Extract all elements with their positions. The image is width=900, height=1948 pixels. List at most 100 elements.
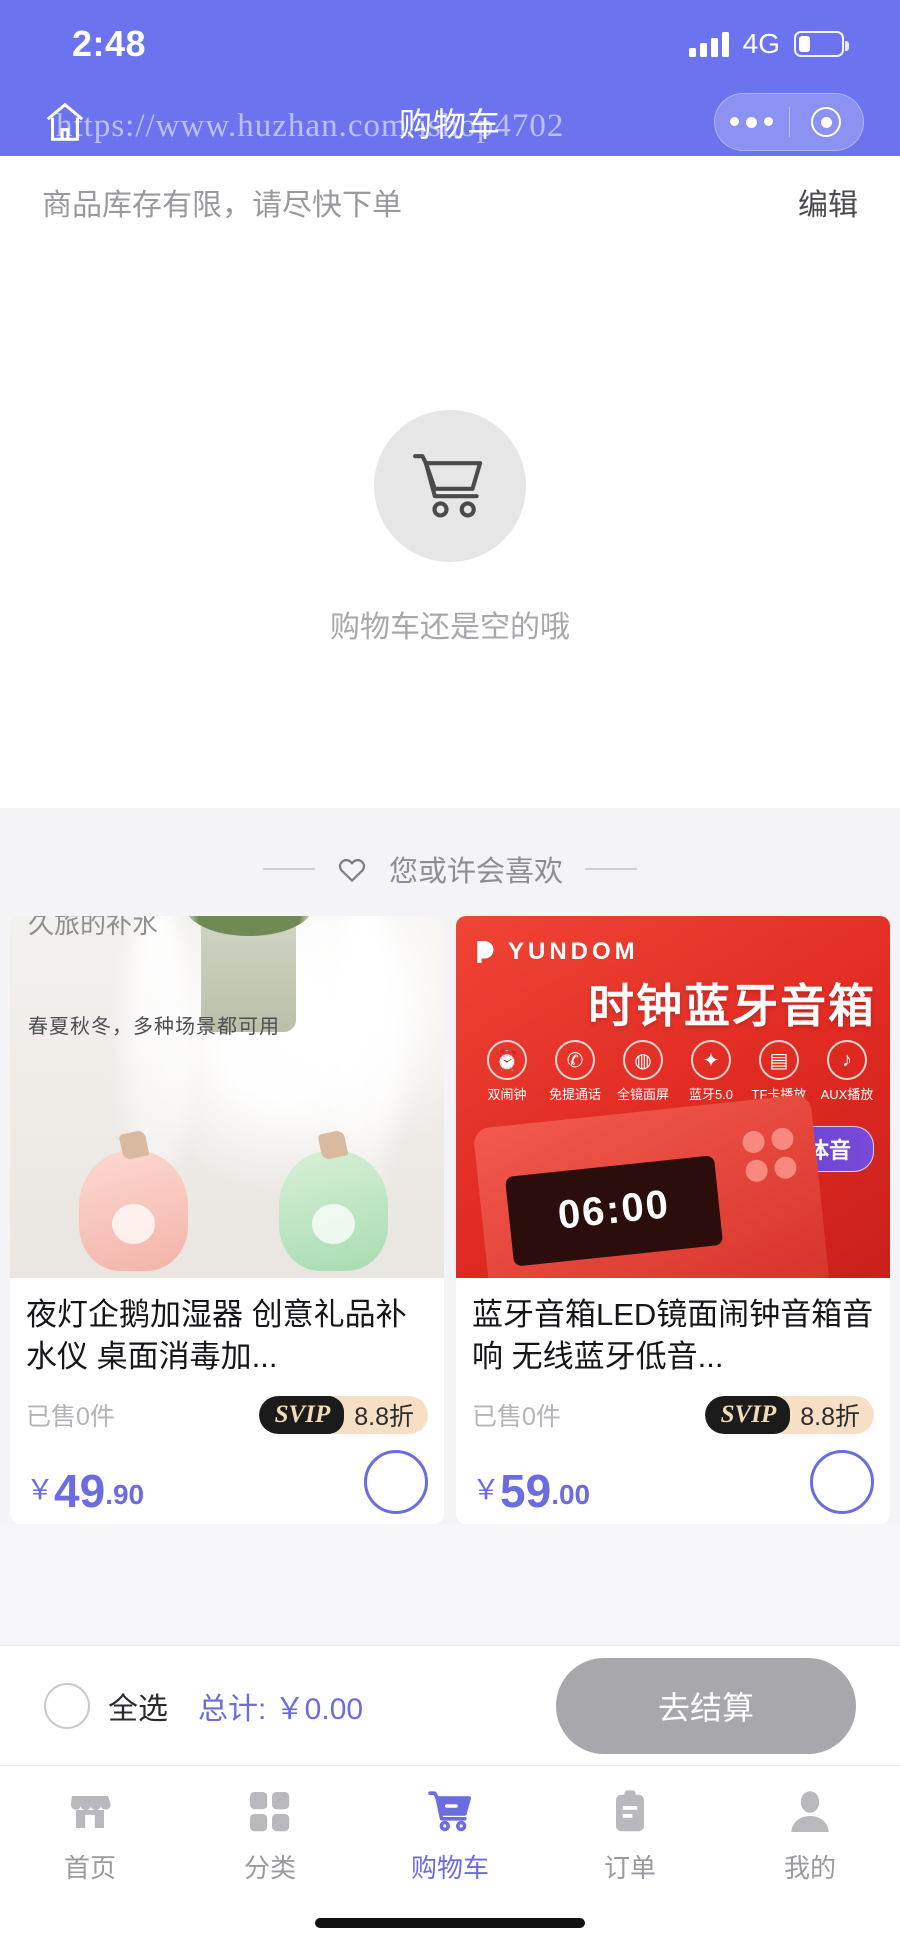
home-indicator [315, 1918, 585, 1928]
price-decimal: .90 [105, 1479, 145, 1510]
product-body: 蓝牙音箱LED镜面闹钟音箱音响 无线蓝牙低音... 已售0件 SVIP 8.8折… [456, 1278, 890, 1524]
product-grid: 久旅的补水 春夏秋冬，多种场景都可用 夜灯企鹅加湿器 创意礼品补水仪 桌面消毒加… [0, 916, 900, 1524]
tab-orders[interactable]: 订单 [540, 1788, 720, 1885]
speaker-device-decor: 06:00 [472, 1094, 830, 1278]
tab-label: 购物车 [410, 1853, 489, 1883]
svip-badge: SVIP 8.8折 [258, 1396, 428, 1434]
product-meta: 已售0件 SVIP 8.8折 [26, 1396, 428, 1434]
network-type-label: 4G [742, 28, 780, 59]
grid-icon [246, 1788, 294, 1836]
product-price-row: ￥ 59 .00 [472, 1434, 874, 1524]
cart-icon [426, 1788, 474, 1836]
mirror-icon: ◍ [623, 1040, 663, 1080]
stock-notice-text: 商品库存有限，请尽快下单 [42, 189, 402, 222]
product-price-row: ￥ 49 .90 [26, 1434, 428, 1524]
svip-badge-label: SVIP [258, 1396, 345, 1434]
feature-item: ▤ TF卡播放 [750, 1040, 808, 1104]
feature-label: 蓝牙5.0 [688, 1087, 734, 1102]
product-title[interactable]: 夜灯企鹅加湿器 创意礼品补水仪 桌面消毒加... [26, 1294, 428, 1378]
svip-badge-value: 8.8折 [800, 1403, 860, 1431]
product-image[interactable]: YUNDOM 时钟蓝牙音箱 ⏰ 双闹钟 ✆ 免提通话 ◍ 全镜面屏 ✦ 蓝牙5.0 ▤ T… [456, 916, 890, 1278]
feature-label: AUX播放 [820, 1087, 874, 1102]
feature-label: 免提通话 [548, 1087, 601, 1102]
status-indicators: 4G [688, 28, 849, 60]
tab-label: 首页 [63, 1853, 116, 1883]
divider-right [585, 868, 637, 870]
product-image-caption-top: 久旅的补水 [28, 916, 159, 939]
store-icon [66, 1788, 114, 1836]
product-body: 夜灯企鹅加湿器 创意礼品补水仪 桌面消毒加... 已售0件 SVIP 8.8折 … [10, 1278, 444, 1524]
divider-left [262, 868, 315, 870]
page-title: 购物车 [399, 106, 501, 143]
humidifier-green-decor [279, 1151, 388, 1271]
tab-mine[interactable]: 我的 [720, 1788, 900, 1885]
more-dots-icon[interactable] [715, 116, 789, 128]
currency-symbol: ￥ [26, 1474, 55, 1505]
miniprogram-capsule[interactable] [714, 93, 864, 151]
product-price: ￥ 49 .90 [26, 1468, 144, 1514]
brand-name: YUNDOM [508, 938, 639, 965]
nav-bar: 购物车 [0, 88, 900, 156]
product-sold-count: 已售0件 [26, 1403, 115, 1431]
clipboard-icon [606, 1788, 654, 1836]
home-icon[interactable] [42, 99, 88, 145]
tab-home[interactable]: 首页 [0, 1788, 180, 1885]
alarm-icon: ⏰ [487, 1040, 527, 1080]
product-image-caption: 春夏秋冬，多种场景都可用 [28, 1016, 280, 1038]
target-circle-icon[interactable] [790, 107, 864, 137]
svip-badge: SVIP 8.8折 [704, 1396, 874, 1434]
product-card[interactable]: 久旅的补水 春夏秋冬，多种场景都可用 夜灯企鹅加湿器 创意礼品补水仪 桌面消毒加… [10, 916, 444, 1524]
checkout-button[interactable]: 去结算 [556, 1657, 856, 1754]
select-all-checkbox[interactable] [44, 1682, 90, 1729]
product-card[interactable]: YUNDOM 时钟蓝牙音箱 ⏰ 双闹钟 ✆ 免提通话 ◍ 全镜面屏 ✦ 蓝牙5.0 ▤ T… [456, 916, 890, 1524]
feature-item: ✦ 蓝牙5.0 [682, 1040, 740, 1104]
recommend-title: 您或许会喜欢 [388, 856, 563, 888]
add-to-cart-icon[interactable] [810, 1450, 874, 1514]
tab-cart[interactable]: 购物车 [360, 1788, 540, 1885]
feature-item: ◍ 全镜面屏 [614, 1040, 672, 1104]
feature-label: 双闹钟 [487, 1087, 527, 1102]
shopping-cart-icon [413, 454, 483, 518]
feature-label: 全镜面屏 [616, 1087, 669, 1102]
price-integer: 49 [54, 1465, 106, 1517]
empty-cart-state: 购物车还是空的哦 [0, 248, 900, 808]
tab-category[interactable]: 分类 [180, 1788, 360, 1885]
currency-symbol: ￥ [472, 1474, 501, 1505]
battery-icon [794, 31, 849, 57]
app-screen: 2:48 4G 购物车 https://www.huzhan.com/ishop… [0, 0, 900, 1948]
product-sold-count: 已售0件 [472, 1403, 561, 1431]
phone-icon: ✆ [555, 1040, 595, 1080]
tfcard-icon: ▤ [759, 1040, 799, 1080]
status-time: 2:48 [72, 23, 147, 64]
bluetooth-icon: ✦ [691, 1040, 731, 1080]
brand-mark-icon [477, 941, 494, 963]
feature-list: ⏰ 双闹钟 ✆ 免提通话 ◍ 全镜面屏 ✦ 蓝牙5.0 ▤ TF卡播放 ♪ AUX播放 [478, 1040, 876, 1104]
total-amount: 总计: ￥0.00 [198, 1692, 364, 1726]
signal-bars-icon [688, 31, 729, 57]
feature-item: ⏰ 双闹钟 [478, 1040, 536, 1104]
checkout-bar: 全选 总计: ￥0.00 去结算 [0, 1645, 900, 1765]
svip-badge-label: SVIP [704, 1396, 791, 1434]
heart-icon [338, 858, 366, 883]
price-integer: 59 [500, 1465, 552, 1517]
led-clock-display: 06:00 [504, 1155, 724, 1267]
price-decimal: .00 [551, 1479, 591, 1510]
add-to-cart-icon[interactable] [364, 1450, 428, 1514]
recommend-section: 您或许会喜欢 久旅的补水 春夏秋冬，多种场景都可用 夜灯企鹅加湿器 创意礼品补水… [0, 808, 900, 1524]
user-icon [786, 1788, 834, 1836]
select-all-label[interactable]: 全选 [108, 1684, 168, 1728]
product-image[interactable]: 久旅的补水 春夏秋冬，多种场景都可用 [10, 916, 444, 1278]
feature-item: ♪ AUX播放 [818, 1040, 876, 1104]
brand-logo: YUNDOM [474, 938, 639, 966]
product-title[interactable]: 蓝牙音箱LED镜面闹钟音箱音响 无线蓝牙低音... [472, 1294, 874, 1378]
recommend-header: 您或许会喜欢 [0, 834, 900, 916]
edit-button[interactable]: 编辑 [798, 180, 858, 224]
device-buttons-decor [741, 1127, 798, 1184]
aux-icon: ♪ [827, 1040, 867, 1080]
tab-label: 我的 [783, 1853, 836, 1883]
humidifier-pink-decor [79, 1151, 188, 1271]
product-meta: 已售0件 SVIP 8.8折 [472, 1396, 874, 1434]
status-bar: 2:48 4G [0, 0, 900, 88]
svip-badge-value: 8.8折 [354, 1403, 414, 1431]
checkout-left-group: 全选 总计: ￥0.00 [44, 1682, 364, 1729]
